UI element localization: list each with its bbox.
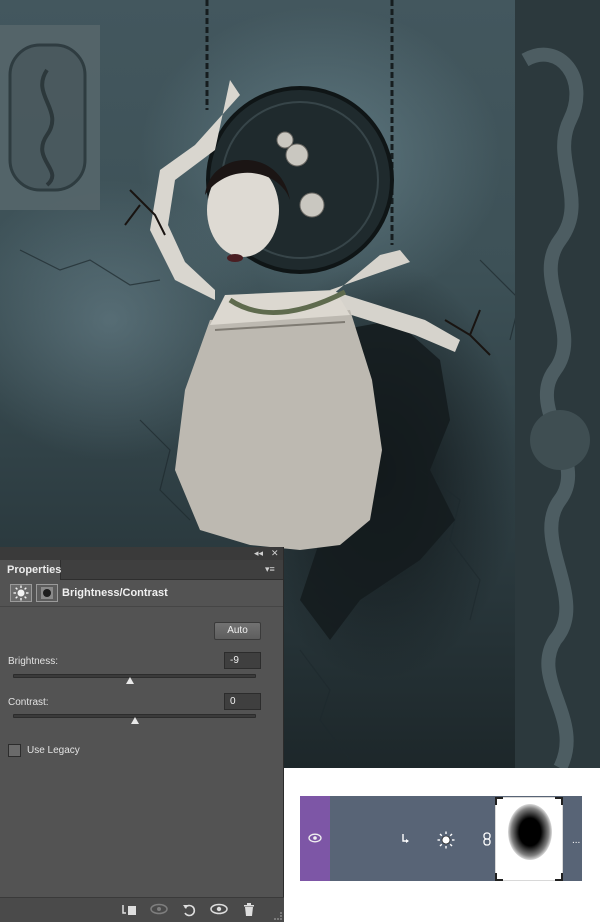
use-legacy-checkbox[interactable]: [8, 744, 21, 757]
brightness-slider-thumb[interactable]: [125, 677, 134, 684]
clip-to-layer-icon[interactable]: [120, 903, 138, 919]
tab-properties[interactable]: Properties: [0, 560, 61, 580]
brightness-label: Brightness:: [8, 656, 59, 667]
panel-menu-icon[interactable]: ▾≡: [265, 565, 277, 574]
layer-more-indicator: ...: [572, 835, 581, 846]
resize-grip-icon[interactable]: [274, 912, 282, 920]
delete-icon[interactable]: [240, 903, 258, 919]
view-previous-state-icon[interactable]: [150, 903, 168, 919]
eye-icon[interactable]: [308, 833, 322, 843]
panel-footer: [0, 897, 284, 922]
carved-crest: [0, 25, 100, 210]
clip-arrow-icon: [402, 834, 409, 843]
brightness-icon[interactable]: [10, 584, 32, 602]
contrast-value-field[interactable]: 0: [224, 693, 261, 710]
reset-icon[interactable]: [180, 903, 198, 919]
use-legacy-label: Use Legacy: [27, 745, 80, 756]
brightness-value-field[interactable]: -9: [224, 652, 261, 669]
layer-row[interactable]: ...: [300, 796, 582, 881]
carved-column: [515, 0, 600, 768]
panel-title-bar: ◂◂ ✕: [0, 547, 283, 560]
mask-thumbnail[interactable]: [495, 797, 563, 881]
brightness-slider-track[interactable]: [13, 674, 256, 678]
visibility-icon[interactable]: [210, 903, 228, 919]
chain-link-icon[interactable]: [483, 832, 491, 846]
layer-mask-icon[interactable]: [36, 584, 58, 602]
adjustment-header: Brightness/Contrast: [0, 580, 283, 607]
panel-tab-row: Properties ▾≡: [0, 560, 283, 580]
contrast-slider-thumb[interactable]: [130, 717, 139, 724]
auto-button[interactable]: Auto: [214, 622, 261, 640]
close-panel-icon[interactable]: ✕: [271, 548, 279, 559]
visibility-toggle[interactable]: [300, 796, 330, 881]
adjustment-title: Brightness/Contrast: [62, 587, 168, 599]
collapse-panel-icon[interactable]: ◂◂: [254, 548, 263, 559]
properties-panel: ◂◂ ✕ Properties ▾≡ Brightness/Contrast: [0, 547, 284, 922]
brightness-icon[interactable]: [437, 831, 455, 849]
contrast-label: Contrast:: [8, 697, 49, 708]
dress-figure: [175, 310, 382, 550]
